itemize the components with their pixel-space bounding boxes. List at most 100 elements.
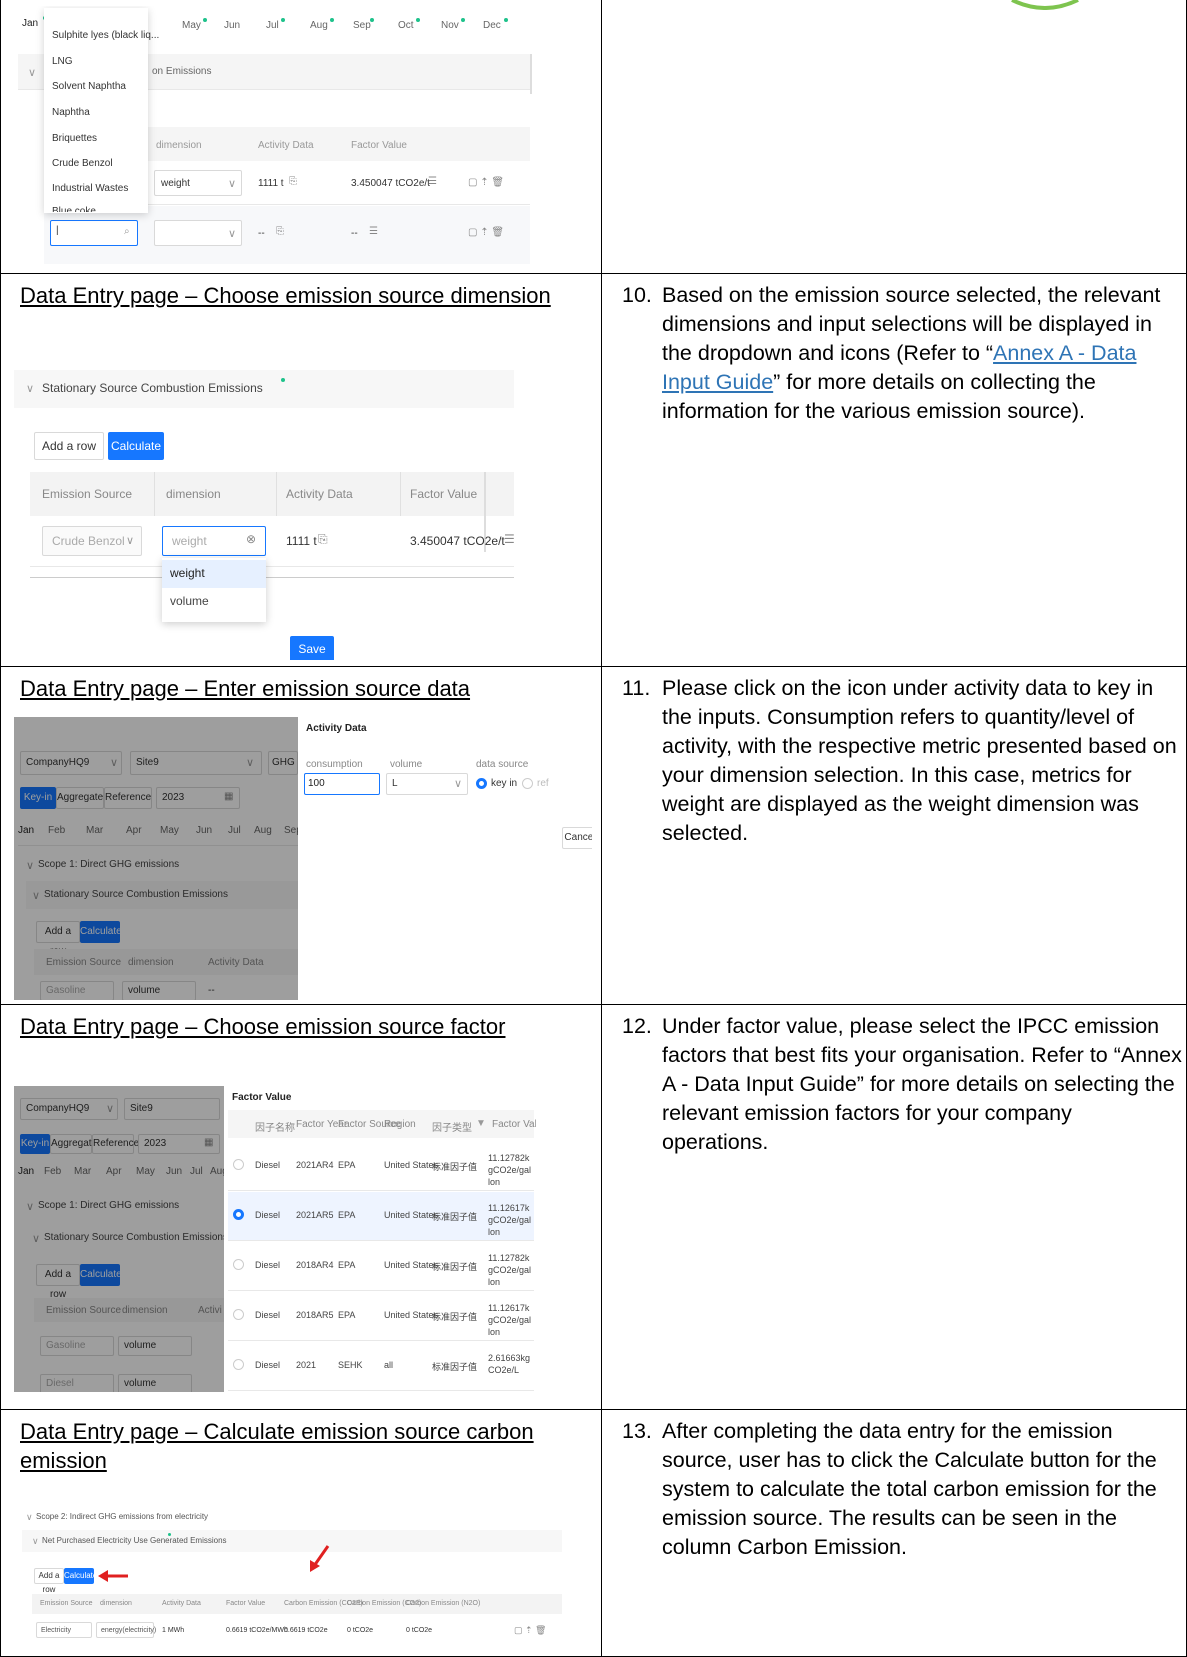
factor-source: EPA bbox=[338, 1260, 356, 1270]
dropdown-item[interactable]: Industrial Wastes bbox=[52, 183, 128, 194]
edit-icon[interactable]: ⎘ bbox=[318, 532, 328, 547]
factor-value: 2.61663kgCO2e/L bbox=[488, 1353, 531, 1375]
save-button[interactable]: Save bbox=[290, 636, 334, 660]
list-icon[interactable]: ☰ bbox=[369, 226, 378, 237]
carbon-emission-co2-value: 0 tCO2e bbox=[347, 1627, 374, 1634]
step-text: Under factor value, please select the IP… bbox=[662, 1014, 1182, 1154]
emission-source-value: Electricity bbox=[41, 1627, 71, 1634]
factor-name: Diesel bbox=[255, 1360, 281, 1370]
modal-backdrop[interactable] bbox=[14, 717, 298, 1000]
factor-region: United States bbox=[384, 1260, 439, 1270]
month-jul[interactable]: Jul bbox=[266, 20, 279, 31]
calculate-button[interactable]: Calculate bbox=[64, 1568, 97, 1584]
edit-icon[interactable]: ⎘ bbox=[289, 176, 297, 187]
row-actions-icons[interactable]: ▢ ⇡ 🗑 bbox=[468, 227, 504, 238]
step-number: 10. bbox=[622, 283, 652, 307]
dropdown-item[interactable]: Solvent Naphtha bbox=[52, 81, 126, 92]
month-jan[interactable]: Jan bbox=[22, 18, 38, 29]
label-consumption: consumption bbox=[306, 759, 363, 770]
dropdown-item-partial[interactable]: Blue coke bbox=[52, 206, 96, 212]
col-factor-value: Factor Value bbox=[492, 1119, 536, 1130]
row-divider-4 bbox=[0, 1409, 1187, 1410]
col-factor-value: Factor Value bbox=[410, 487, 478, 501]
month-dot bbox=[203, 18, 207, 22]
month-aug[interactable]: Aug bbox=[310, 20, 328, 31]
col-dimension: dimension bbox=[156, 140, 202, 151]
col-activity-data: Activity Data bbox=[258, 140, 314, 151]
month-jun[interactable]: Jun bbox=[224, 20, 240, 31]
label-data-source: data source bbox=[476, 759, 529, 770]
label-volume: volume bbox=[390, 759, 423, 770]
factor-type: 标准因子值 bbox=[432, 1362, 478, 1372]
month-may[interactable]: May bbox=[182, 20, 201, 31]
cancel-button[interactable]: Cancel bbox=[562, 827, 592, 849]
radio-ref-label: ref bbox=[537, 778, 549, 789]
col-emission-source: Emission Source bbox=[40, 1600, 93, 1607]
factor-radio[interactable] bbox=[233, 1259, 244, 1270]
caption-enter-data: Data Entry page – Enter emission source … bbox=[20, 676, 471, 701]
col-emission-source: Emission Source bbox=[42, 487, 133, 501]
divider bbox=[228, 1390, 534, 1391]
status-dot bbox=[281, 378, 285, 382]
factor-year: 2021AR4 bbox=[296, 1160, 334, 1170]
edit-icon[interactable]: ⎘ bbox=[276, 226, 284, 237]
screenshot-emission-source-dropdown: Jan May Jun Jul Aug Sep Oct Nov Dec ∨ on… bbox=[14, 6, 570, 268]
factor-radio[interactable] bbox=[233, 1159, 244, 1170]
factor-name: Diesel bbox=[255, 1160, 281, 1170]
option-weight[interactable]: weight bbox=[170, 566, 205, 580]
calculate-button[interactable]: Calculate bbox=[108, 432, 164, 460]
col-factor-value: Factor Value bbox=[351, 140, 407, 151]
month-oct[interactable]: Oct bbox=[398, 20, 414, 31]
dropdown-item[interactable]: Sulphite lyes (black liq... bbox=[52, 30, 159, 41]
dropdown-item[interactable]: Naphtha bbox=[52, 107, 90, 118]
activity-empty: -- bbox=[258, 228, 265, 239]
col-dimension: dimension bbox=[166, 487, 221, 501]
consumption-value: 100 bbox=[308, 778, 325, 789]
divider bbox=[228, 1190, 534, 1191]
section-title: Net Purchased Electricity Use Generated … bbox=[42, 1536, 227, 1545]
factor-value: 0.6619 tCO2e/MWh bbox=[226, 1627, 288, 1634]
factor-radio[interactable] bbox=[233, 1209, 244, 1220]
carbon-emission-n2o-value: 0 tCO2e bbox=[406, 1627, 433, 1634]
divider bbox=[30, 577, 514, 578]
modal-backdrop[interactable] bbox=[14, 1086, 224, 1392]
add-row-button[interactable]: Add a row bbox=[34, 432, 104, 460]
list-icon[interactable]: ☰ bbox=[504, 532, 515, 546]
radio-key-in-label: key in bbox=[491, 778, 518, 789]
factor-type: 标准因子值 bbox=[432, 1262, 478, 1272]
factor-radio[interactable] bbox=[233, 1359, 244, 1370]
factor-value: 11.12782kgCO2e/gallon bbox=[488, 1253, 532, 1287]
option-volume[interactable]: volume bbox=[170, 594, 209, 608]
factor-radio[interactable] bbox=[233, 1309, 244, 1320]
filter-icon[interactable]: ▼ bbox=[476, 1118, 486, 1129]
divider bbox=[30, 566, 514, 567]
activity-value: 1111 t bbox=[286, 534, 317, 548]
month-dot bbox=[461, 18, 465, 22]
radio-key-in[interactable] bbox=[476, 778, 487, 789]
arrow-to-calculate-icon bbox=[98, 1570, 128, 1582]
row-divider-2 bbox=[0, 666, 1187, 667]
col-divider bbox=[154, 472, 155, 516]
radio-ref[interactable] bbox=[522, 778, 533, 789]
dropdown-item[interactable]: Crude Benzol bbox=[52, 158, 113, 169]
clear-icon[interactable]: ⊗ bbox=[246, 532, 256, 546]
dropdown-item[interactable]: LNG bbox=[52, 56, 73, 67]
month-sep[interactable]: Sep bbox=[353, 20, 371, 31]
factor-name: Diesel bbox=[255, 1210, 281, 1220]
month-nov[interactable]: Nov bbox=[441, 20, 459, 31]
add-row-button[interactable]: Add a row bbox=[34, 1568, 64, 1594]
step-text: Please click on the icon under activity … bbox=[662, 676, 1177, 845]
dropdown-item[interactable]: Briquettes bbox=[52, 133, 97, 144]
list-icon[interactable]: ☰ bbox=[428, 176, 437, 187]
row-actions-icons[interactable]: ▢ ⇡ 🗑 bbox=[468, 177, 504, 188]
activity-value: 1111 t bbox=[258, 178, 284, 189]
col-factor-value: Factor Value bbox=[226, 1600, 266, 1607]
text-cursor: | bbox=[56, 225, 59, 236]
row-actions-icons[interactable]: ▢ ⇡ 🗑 bbox=[514, 1625, 546, 1636]
col-divider bbox=[400, 472, 401, 516]
section-title: on Emissions bbox=[152, 66, 212, 77]
factor-source: EPA bbox=[338, 1310, 356, 1320]
month-dec[interactable]: Dec bbox=[483, 20, 501, 31]
factor-source: EPA bbox=[338, 1210, 356, 1220]
scrollbar[interactable] bbox=[530, 54, 532, 94]
